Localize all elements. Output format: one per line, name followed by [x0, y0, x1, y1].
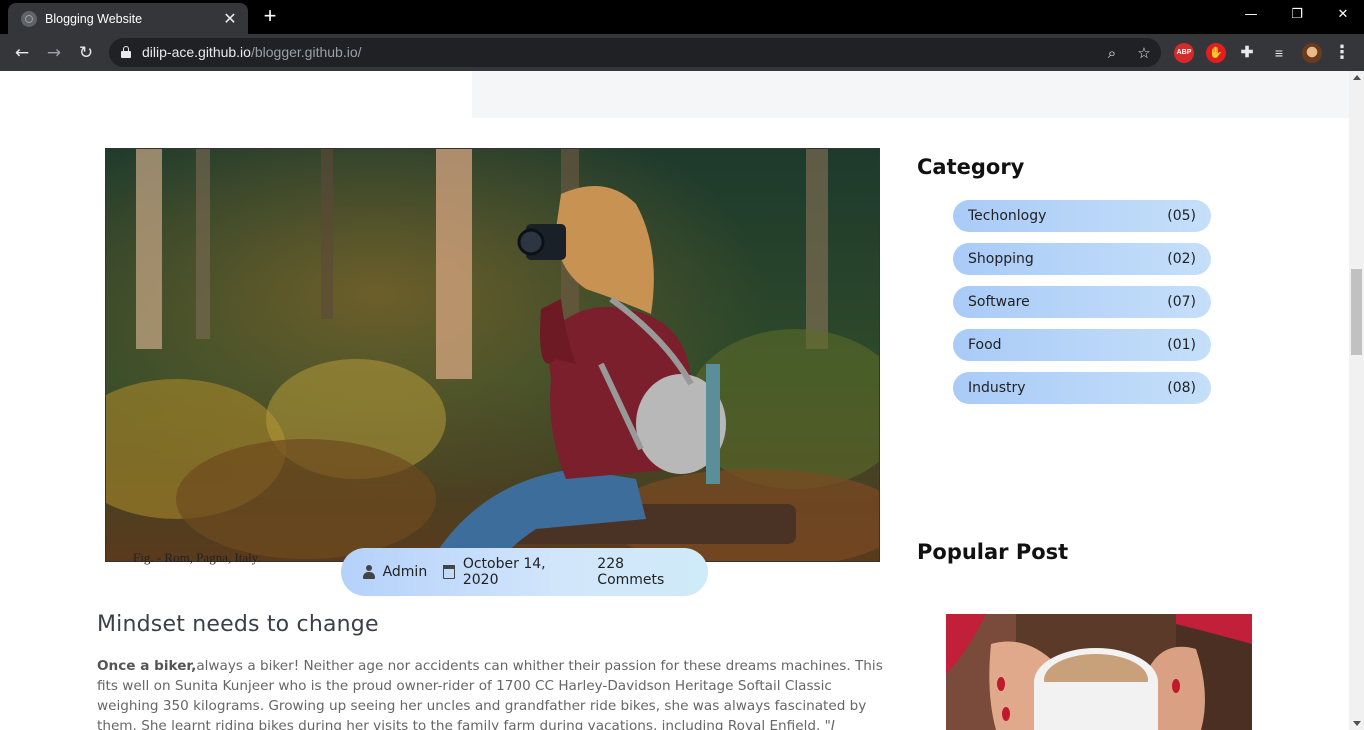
close-tab-icon[interactable]: ✕ [222, 10, 238, 27]
stop-hand-extension-icon[interactable]: ✋ [1206, 43, 1226, 63]
category-count: (01) [1167, 337, 1196, 353]
post-meta-bar: Admin October 14, 2020 228 Commets [341, 548, 708, 596]
popular-post-heading: Popular Post [917, 540, 1069, 564]
new-tab-button[interactable]: + [260, 5, 280, 27]
adblock-icon[interactable]: ABP [1174, 43, 1194, 63]
image-caption: Fig. - Rom, Pagna, Italy. [133, 550, 261, 565]
category-count: (08) [1167, 380, 1196, 396]
scroll-down-icon[interactable] [1353, 721, 1361, 726]
browser-tab-strip: Blogging Website ✕ + — ❐ ✕ [0, 0, 1364, 34]
user-icon [363, 565, 375, 579]
post-author[interactable]: Admin [383, 564, 428, 580]
tab-title: Blogging Website [45, 11, 143, 26]
header-image-strip [472, 71, 1349, 118]
post-title[interactable]: Mindset needs to change [97, 612, 379, 637]
scroll-up-icon[interactable] [1353, 75, 1361, 80]
category-name: Software [968, 294, 1030, 310]
category-list: Techonlogy (05) Shopping (02) Software (… [953, 200, 1211, 415]
browser-toolbar: ← → ↻ dilip-ace.github.io/blogger.github… [0, 34, 1364, 71]
category-item-food[interactable]: Food (01) [953, 329, 1211, 361]
post-date: October 14, 2020 [462, 556, 546, 588]
category-name: Food [968, 337, 1002, 353]
category-heading: Category [917, 155, 1025, 179]
category-count: (07) [1167, 294, 1196, 310]
minimize-icon[interactable]: — [1228, 0, 1274, 30]
category-item-software[interactable]: Software (07) [953, 286, 1211, 318]
post-hero-image [105, 148, 880, 562]
scrollbar-thumb[interactable] [1351, 269, 1362, 355]
back-icon[interactable]: ← [9, 40, 35, 66]
extensions-puzzle-icon[interactable]: ✚ [1237, 43, 1257, 63]
popular-post-image[interactable] [946, 614, 1252, 730]
page-viewport: Fig. - Rom, Pagna, Italy. Admin October … [0, 71, 1364, 730]
post-body: Once a biker,always a biker! Neither age… [97, 656, 887, 730]
bookmark-star-icon[interactable]: ☆ [1133, 42, 1155, 64]
page-scrollbar[interactable] [1349, 71, 1364, 730]
address-bar[interactable]: dilip-ace.github.io/blogger.github.io/ ⌕… [109, 38, 1161, 67]
calendar-icon [442, 564, 455, 579]
category-name: Techonlogy [968, 208, 1047, 224]
zoom-icon[interactable]: ⌕ [1101, 42, 1123, 64]
category-item-technology[interactable]: Techonlogy (05) [953, 200, 1211, 232]
browser-tab[interactable]: Blogging Website ✕ [8, 3, 248, 34]
window-close-icon[interactable]: ✕ [1320, 0, 1364, 30]
category-item-industry[interactable]: Industry (08) [953, 372, 1211, 404]
media-queue-icon[interactable]: ≡ [1269, 43, 1289, 63]
category-name: Industry [968, 380, 1026, 396]
category-count: (05) [1167, 208, 1196, 224]
globe-icon [21, 10, 37, 27]
category-name: Shopping [968, 251, 1034, 267]
lock-icon[interactable] [121, 46, 131, 58]
category-item-shopping[interactable]: Shopping (02) [953, 243, 1211, 275]
profile-avatar[interactable] [1302, 43, 1322, 63]
forward-icon[interactable]: → [41, 40, 67, 66]
post-body-lead: Once a biker, [97, 658, 197, 674]
post-body-text: always a biker! Neither age nor accident… [97, 658, 883, 730]
category-count: (02) [1167, 251, 1196, 267]
restore-icon[interactable]: ❐ [1274, 0, 1320, 30]
reload-icon[interactable]: ↻ [73, 40, 99, 66]
url-text[interactable]: dilip-ace.github.io/blogger.github.io/ [142, 44, 362, 60]
browser-menu-icon[interactable]: ⋮ [1332, 43, 1352, 63]
post-comments-count[interactable]: 228 Commets [597, 556, 692, 588]
